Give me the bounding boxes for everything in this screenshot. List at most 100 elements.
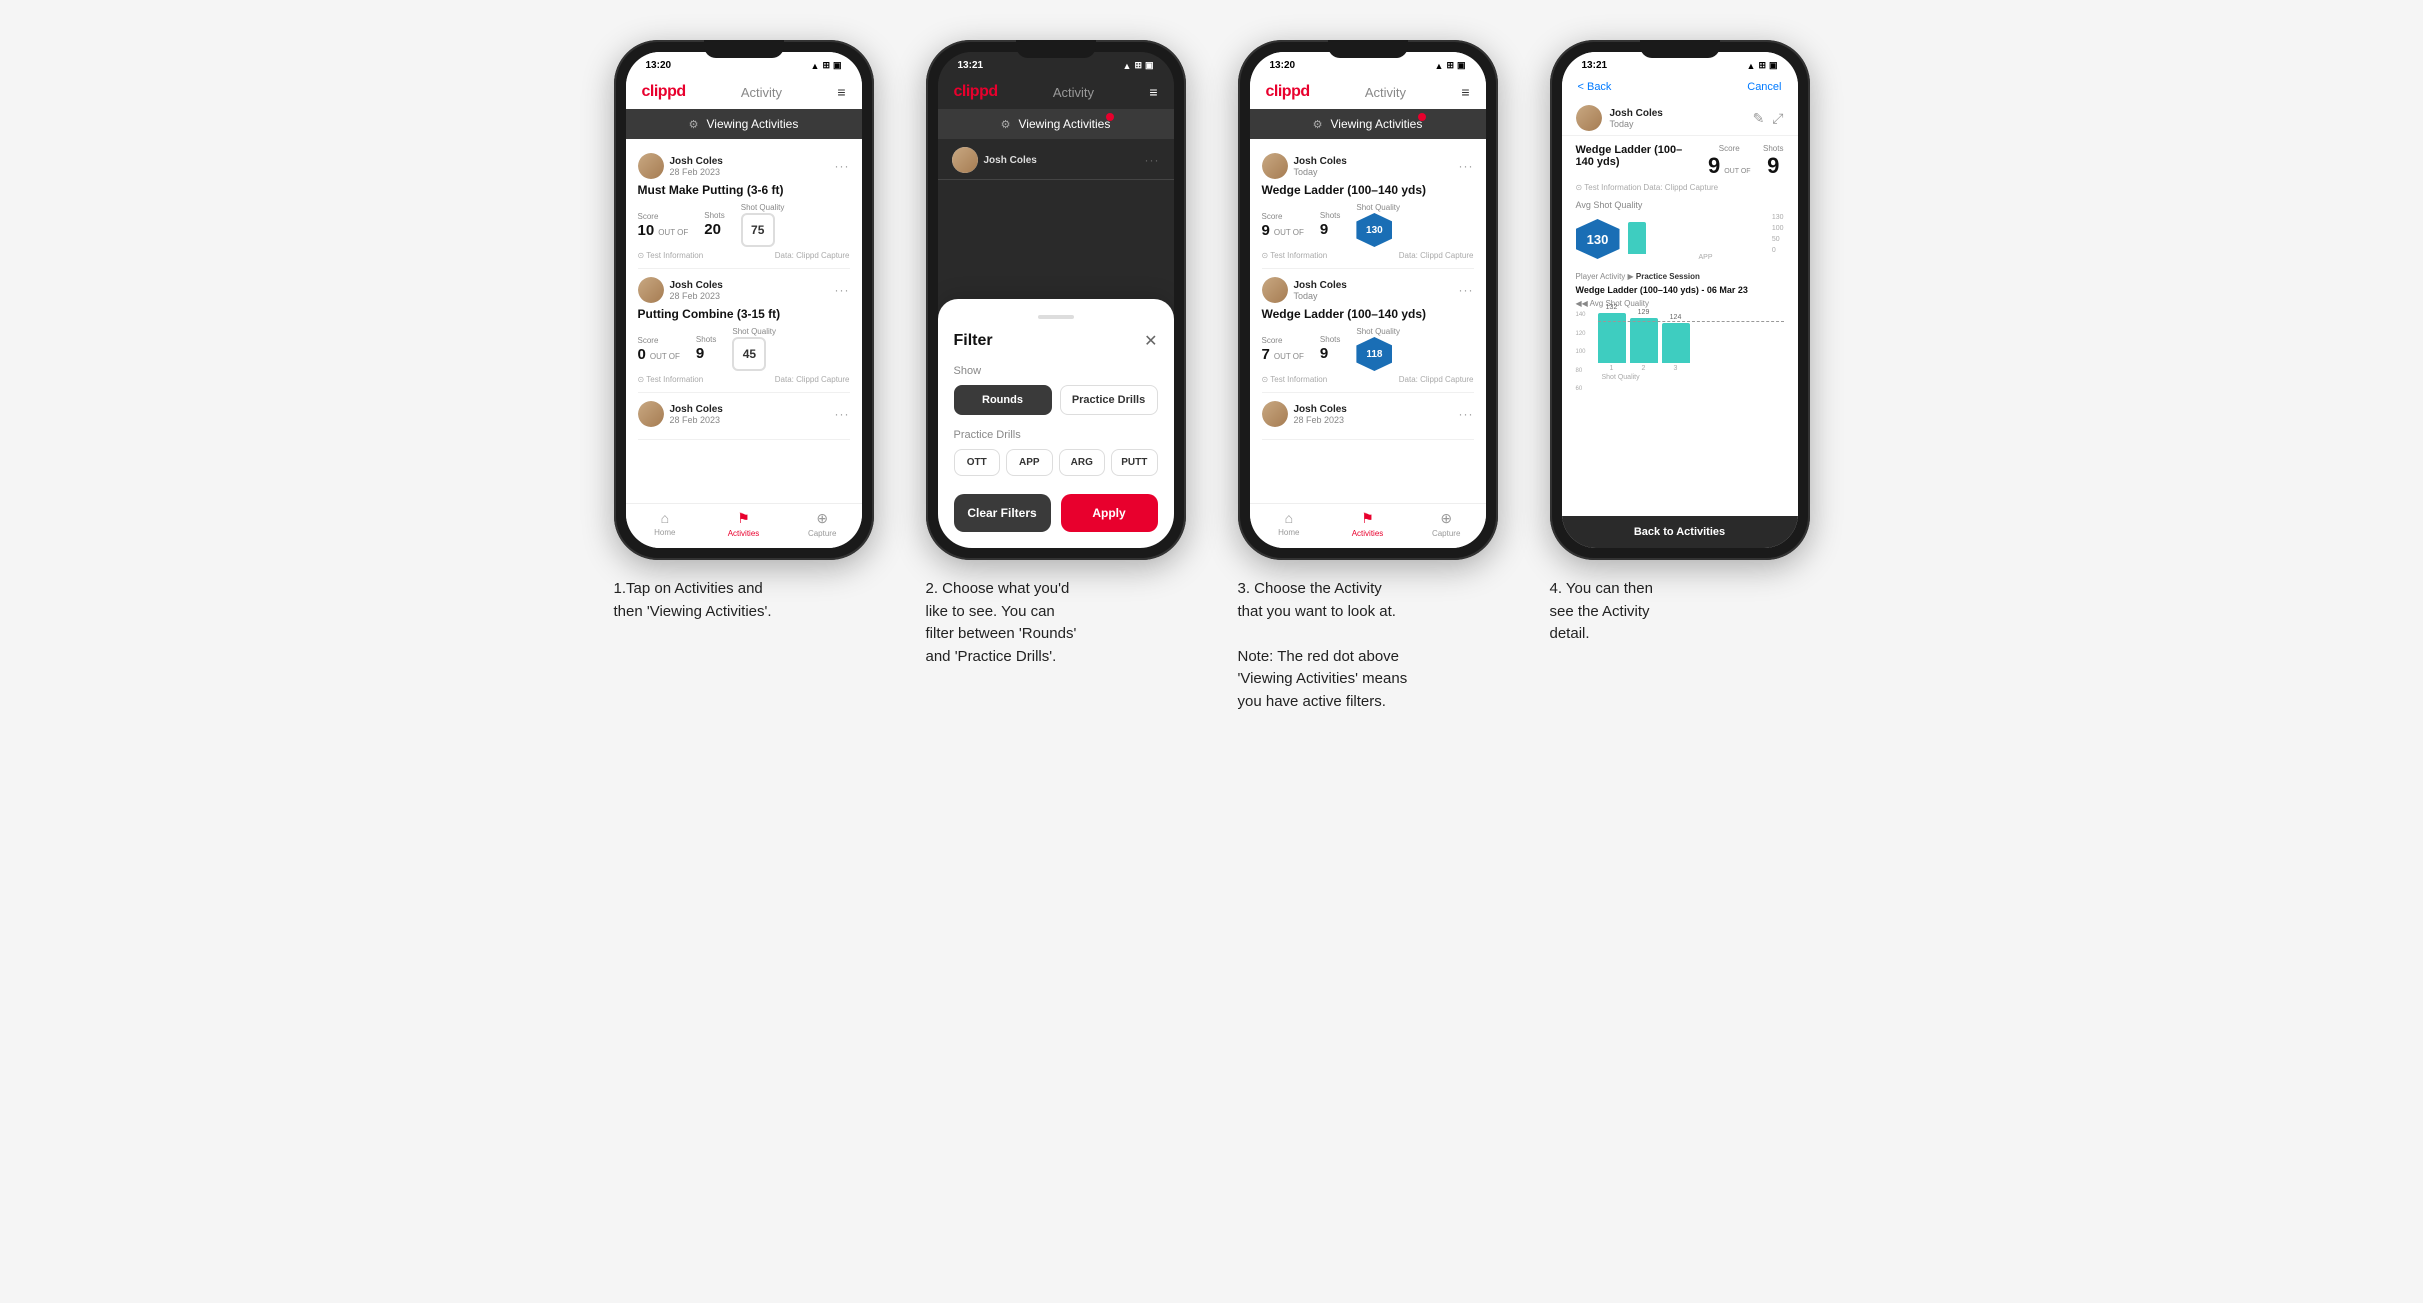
app-nav-3: clippd Activity ≡ <box>1250 75 1486 109</box>
shots-block-1-1: Shots 20 <box>704 211 724 239</box>
avg-hex-4: 130 <box>1576 219 1620 259</box>
capture-label-3: Capture <box>1432 529 1460 538</box>
cancel-button-4[interactable]: Cancel <box>1747 81 1781 93</box>
dots-3-2[interactable]: ··· <box>1459 283 1474 297</box>
activity-card-3-3[interactable]: Josh Coles 28 Feb 2023 ··· <box>1262 393 1474 440</box>
nav-activities-1[interactable]: ⚑ Activities <box>704 510 783 538</box>
activity-card-3-2[interactable]: Josh Coles Today ··· Wedge Ladder (100–1… <box>1262 269 1474 393</box>
back-to-activities-button[interactable]: Back to Activities <box>1562 516 1798 548</box>
nav-capture-1[interactable]: ⊕ Capture <box>783 510 862 538</box>
phones-container: 13:20 ▲ ⊞ ▣ clippd Activity ≡ ⚙ Viewin <box>604 40 1820 713</box>
detail-score-group-4: Score 9 OUT OF <box>1708 144 1751 179</box>
activity-list-3: Josh Coles Today ··· Wedge Ladder (100–1… <box>1250 139 1486 503</box>
nav-home-3[interactable]: ⌂ Home <box>1250 510 1329 538</box>
arg-drill-btn[interactable]: ARG <box>1059 449 1106 476</box>
clippd-logo-1: clippd <box>642 83 686 101</box>
user-date-3-2: Today <box>1294 291 1347 301</box>
activity-card-3-1[interactable]: Josh Coles Today ··· Wedge Ladder (100–1… <box>1262 145 1474 269</box>
app-drill-btn[interactable]: APP <box>1006 449 1053 476</box>
dots-1-3[interactable]: ··· <box>835 407 850 421</box>
expand-icon-4[interactable]: ⤢ <box>1772 110 1783 127</box>
card-footer-3-2: ⊙ Test Information Data: Clippd Capture <box>1262 375 1474 384</box>
score-outof-3-2: OUT OF <box>1274 352 1304 361</box>
dots-3-3[interactable]: ··· <box>1459 407 1474 421</box>
activities-banner-3[interactable]: ⚙ Viewing Activities <box>1250 109 1486 139</box>
score-block-3-2: Score 7 OUT OF <box>1262 336 1304 363</box>
partial-dots-2[interactable]: ··· <box>1145 153 1160 167</box>
phone-1-frame: 13:20 ▲ ⊞ ▣ clippd Activity ≡ ⚙ Viewin <box>614 40 874 560</box>
card-stats-3-1: Score 9 OUT OF Shots 9 <box>1262 203 1474 247</box>
partial-card-2: Josh Coles ··· <box>938 139 1174 180</box>
partial-avatar-2 <box>952 147 978 173</box>
edit-icon-4[interactable]: ✎ <box>1753 110 1765 127</box>
detail-user-info-4: Josh Coles Today <box>1576 105 1663 131</box>
detail-outof-4: OUT OF <box>1724 168 1750 175</box>
hamburger-2[interactable]: ≡ <box>1149 84 1157 100</box>
card-user-info-1-3: Josh Coles 28 Feb 2023 <box>638 401 723 427</box>
phone-2-section: 13:21 ▲ ⊞ ▣ clippd Activity ≡ ⚙ Viewin <box>916 40 1196 668</box>
mini-chart-bars: 130 100 50 0 <box>1628 214 1784 254</box>
putt-drill-btn[interactable]: PUTT <box>1111 449 1158 476</box>
card-title-3-1: Wedge Ladder (100–140 yds) <box>1262 183 1474 197</box>
quality-badge-1-2: 45 <box>732 337 766 371</box>
phone-2-notch <box>1016 40 1096 58</box>
time-1: 13:20 <box>646 60 672 71</box>
rounds-filter-btn[interactable]: Rounds <box>954 385 1052 415</box>
signal-icon-1: ▲ <box>811 61 820 71</box>
hamburger-3[interactable]: ≡ <box>1461 84 1469 100</box>
chart-x-label: APP <box>1628 254 1784 261</box>
dots-1-2[interactable]: ··· <box>835 283 850 297</box>
bar-item-3: 124 3 <box>1662 314 1690 372</box>
back-button-4[interactable]: < Back <box>1578 81 1612 93</box>
banner-text-3: Viewing Activities <box>1331 117 1423 131</box>
score-value-1-1: 10 <box>638 222 655 239</box>
quality-block-3-1: Shot Quality 130 <box>1356 203 1400 247</box>
nav-capture-3[interactable]: ⊕ Capture <box>1407 510 1486 538</box>
phone-3-notch <box>1328 40 1408 58</box>
phone-3-section: 13:20 ▲ ⊞ ▣ clippd Activity ≡ ⚙ Viewing … <box>1228 40 1508 713</box>
avg-section-4: Avg Shot Quality 130 130 100 50 <box>1576 200 1784 264</box>
player-activity-label-4: Player Activity ▶ Practice Session <box>1576 272 1784 281</box>
user-details-3-2: Josh Coles Today <box>1294 280 1347 301</box>
banner-icon-2: ⚙ <box>1001 118 1011 131</box>
score-outof-1-2: OUT OF <box>650 352 680 361</box>
home-icon-3: ⌂ <box>1285 510 1293 526</box>
user-date-1-1: 28 Feb 2023 <box>670 167 723 177</box>
dots-1-1[interactable]: ··· <box>835 159 850 173</box>
partial-card-header-2: Josh Coles ··· <box>952 147 1160 173</box>
clear-filters-button[interactable]: Clear Filters <box>954 494 1051 532</box>
score-outof-1-1: OUT OF <box>658 228 688 237</box>
hamburger-1[interactable]: ≡ <box>837 84 845 100</box>
avatar-3-3 <box>1262 401 1288 427</box>
detail-user-date-4: Today <box>1610 119 1663 129</box>
ott-drill-btn[interactable]: OTT <box>954 449 1001 476</box>
user-details-1-1: Josh Coles 28 Feb 2023 <box>670 156 723 177</box>
nav-home-1[interactable]: ⌂ Home <box>626 510 705 538</box>
card-header-1-3: Josh Coles 28 Feb 2023 ··· <box>638 401 850 427</box>
activities-banner-2[interactable]: ⚙ Viewing Activities <box>938 109 1174 139</box>
score-value-1-2: 0 <box>638 346 646 363</box>
activity-card-1-1[interactable]: Josh Coles 28 Feb 2023 ··· Must Make Put… <box>638 145 850 269</box>
card-header-3-3: Josh Coles 28 Feb 2023 ··· <box>1262 401 1474 427</box>
activity-card-1-2[interactable]: Josh Coles 28 Feb 2023 ··· Putting Combi… <box>638 269 850 393</box>
detail-shots-4: 9 <box>1767 153 1779 179</box>
nav-activities-3[interactable]: ⚑ Activities <box>1328 510 1407 538</box>
activity-card-1-3[interactable]: Josh Coles 28 Feb 2023 ··· <box>638 393 850 440</box>
wifi-icon-1: ⊞ <box>822 60 830 71</box>
detail-user-text-4: Josh Coles Today <box>1610 108 1663 129</box>
practice-drills-filter-btn[interactable]: Practice Drills <box>1060 385 1158 415</box>
close-button[interactable]: ✕ <box>1144 331 1157 351</box>
user-date-3-3: 28 Feb 2023 <box>1294 415 1347 425</box>
red-dot-3 <box>1418 113 1426 121</box>
dots-3-1[interactable]: ··· <box>1459 159 1474 173</box>
apply-filter-button[interactable]: Apply <box>1061 494 1158 532</box>
user-name-1-1: Josh Coles <box>670 156 723 167</box>
banner-icon-1: ⚙ <box>689 118 699 131</box>
card-user-info-3-1: Josh Coles Today <box>1262 153 1347 179</box>
quality-block-1-2: Shot Quality 45 <box>732 327 776 371</box>
partial-user-info-2: Josh Coles <box>984 155 1037 166</box>
activities-banner-1[interactable]: ⚙ Viewing Activities <box>626 109 862 139</box>
battery-icon-4: ▣ <box>1769 60 1778 71</box>
caption-2: 2. Choose what you'dlike to see. You can… <box>926 578 1186 668</box>
detail-actions-4: ✎ ⤢ <box>1753 110 1784 127</box>
